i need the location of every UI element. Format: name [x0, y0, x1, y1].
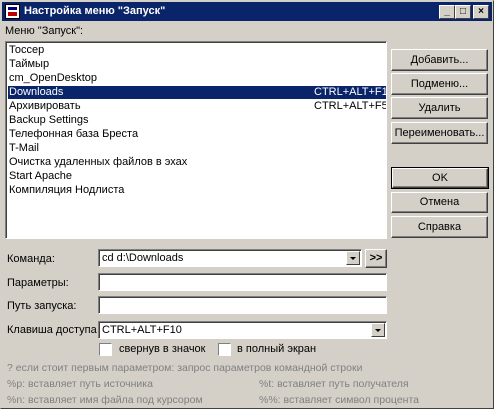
item-name: Очистка удаленных файлов в эхах	[9, 156, 188, 168]
title-bar[interactable]: Настройка меню "Запуск" _ □ ×	[2, 2, 492, 21]
chevron-down-icon[interactable]	[371, 323, 385, 337]
app-icon	[5, 4, 20, 19]
fullscreen-checkbox[interactable]	[218, 343, 231, 356]
add-button[interactable]: Добавить...	[391, 49, 488, 71]
item-name: cm_OpenDesktop	[9, 72, 98, 84]
item-hotkey: CTRL+ALT+F5	[314, 100, 387, 112]
dialog-window: Настройка меню "Запуск" _ □ × Меню "Запу…	[0, 0, 494, 409]
hint-query: ? если стоит первым параметром: запрос п…	[7, 362, 363, 374]
item-name: T-Mail	[9, 142, 39, 154]
list-item[interactable]: Таймыр	[8, 58, 386, 71]
submenu-button[interactable]: Подменю...	[391, 73, 488, 95]
command-input[interactable]: cd d:\Downloads	[99, 250, 361, 266]
item-name: Start Apache	[9, 170, 72, 182]
list-item[interactable]: cm_OpenDesktop	[8, 72, 386, 85]
hotkey-label: Клавиша доступа	[7, 324, 97, 336]
hint-target-path: %t: вставляет путь получателя	[259, 378, 409, 390]
list-item[interactable]: Тоссер	[8, 44, 386, 57]
hotkey-select[interactable]: CTRL+ALT+F10	[99, 322, 386, 338]
command-label: Команда:	[7, 253, 55, 265]
item-name: Архивировать	[9, 100, 81, 112]
menu-items-list[interactable]: Тоссер Таймыр cm_OpenDesktop Downloads CT…	[5, 41, 387, 239]
list-item[interactable]: Компиляция Нодлиста	[8, 184, 386, 197]
chevron-down-icon[interactable]	[346, 251, 360, 265]
path-input[interactable]	[99, 297, 386, 313]
item-hotkey: CTRL+ALT+F10	[314, 86, 387, 98]
item-name: Тоссер	[9, 44, 45, 56]
hint-percent: %%: вставляет символ процента	[259, 394, 419, 406]
params-input[interactable]	[99, 274, 386, 290]
browse-button[interactable]: >>	[365, 249, 387, 268]
fullscreen-label: в полный экран	[237, 343, 317, 355]
list-item[interactable]: Backup Settings	[8, 114, 386, 127]
item-name: Backup Settings	[9, 114, 89, 126]
minimized-checkbox[interactable]	[99, 343, 112, 356]
params-label: Параметры:	[7, 277, 69, 289]
hotkey-combobox[interactable]: CTRL+ALT+F10	[98, 321, 387, 339]
list-item[interactable]: Архивировать CTRL+ALT+F5	[8, 100, 386, 113]
path-label: Путь запуска:	[7, 300, 77, 312]
menu-list-label: Меню "Запуск":	[5, 25, 84, 37]
hint-source-path: %p: вставляет путь источника	[7, 378, 153, 390]
help-button[interactable]: Справка	[391, 216, 488, 238]
item-name: Таймыр	[9, 58, 50, 70]
item-name: Компиляция Нодлиста	[9, 184, 125, 196]
params-field[interactable]	[98, 273, 387, 291]
list-item[interactable]: T-Mail	[8, 142, 386, 155]
cancel-button[interactable]: Отмена	[391, 192, 488, 213]
list-item-selected[interactable]: Downloads CTRL+ALT+F10	[8, 86, 386, 99]
minimize-button[interactable]: _	[439, 5, 455, 19]
item-name: Телефонная база Бреста	[9, 128, 139, 140]
list-item[interactable]: Очистка удаленных файлов в эхах	[8, 156, 386, 169]
window-title: Настройка меню "Запуск"	[24, 5, 166, 17]
close-button[interactable]: ×	[473, 5, 489, 19]
hint-filename: %n: вставляет имя файла под курсором	[7, 394, 203, 406]
list-item[interactable]: Start Apache	[8, 170, 386, 183]
item-name: Downloads	[9, 86, 64, 98]
maximize-button[interactable]: □	[455, 5, 471, 19]
path-field[interactable]	[98, 296, 387, 314]
command-combobox[interactable]: cd d:\Downloads	[98, 249, 362, 267]
minimized-label: свернув в значок	[119, 343, 206, 355]
ok-button[interactable]: OK	[391, 167, 489, 189]
rename-button[interactable]: Переименовать...	[391, 122, 488, 144]
list-item[interactable]: Телефонная база Бреста	[8, 128, 386, 141]
delete-button[interactable]: Удалить	[391, 97, 488, 119]
